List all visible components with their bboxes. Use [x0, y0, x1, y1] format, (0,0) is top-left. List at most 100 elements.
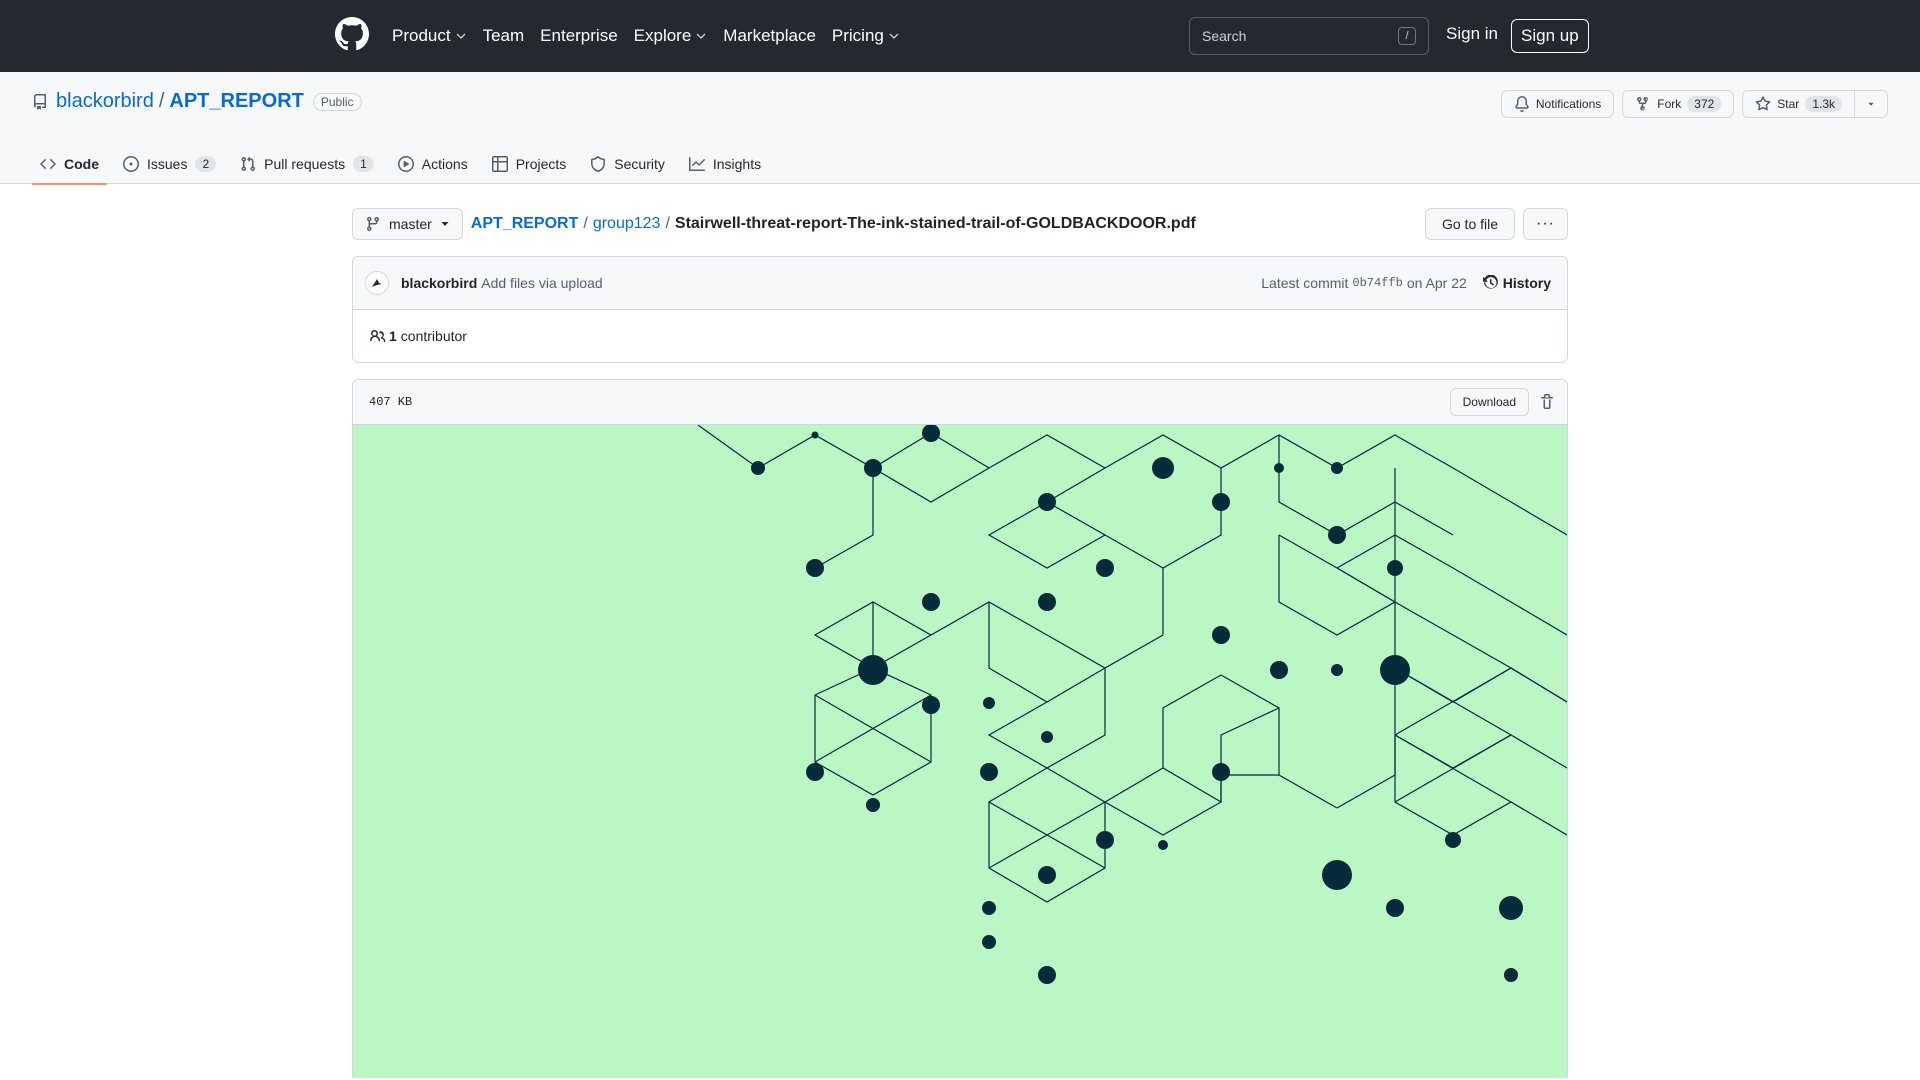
- repo-actions: Notifications Fork 372 Star 1.3k: [1493, 90, 1888, 118]
- nav-team[interactable]: Team: [483, 26, 525, 46]
- repo-icon: [34, 93, 46, 110]
- chevron-down-icon: [696, 33, 706, 39]
- breadcrumb: APT_REPORT / group123 / Stairwell-threat…: [471, 215, 1196, 233]
- table-icon: [491, 156, 508, 172]
- tab-pull-requests[interactable]: Pull requests 1: [232, 144, 382, 184]
- tab-issues[interactable]: Issues 2: [115, 144, 224, 184]
- commit-author-link[interactable]: blackorbird: [401, 275, 477, 291]
- file-actions: Download: [1449, 388, 1555, 416]
- avatar[interactable]: [365, 271, 389, 295]
- global-nav: Product Team Enterprise Explore Marketpl…: [392, 0, 916, 72]
- fork-count: 372: [1687, 96, 1722, 112]
- star-button[interactable]: Star 1.3k: [1742, 90, 1855, 118]
- commit-sha-link[interactable]: 0b74ffb: [1352, 276, 1402, 290]
- branch-name: master: [389, 216, 432, 232]
- tab-security[interactable]: Security: [582, 144, 673, 184]
- tab-label: Issues: [147, 156, 188, 172]
- path-separator: /: [665, 215, 670, 232]
- github-logo-icon[interactable]: [335, 17, 369, 51]
- file-path-actions: Go to file ···: [1417, 208, 1568, 240]
- file-path-row: master APT_REPORT / group123 / Stairwell…: [352, 208, 1568, 240]
- nav-label: Marketplace: [723, 26, 816, 45]
- tab-projects[interactable]: Projects: [484, 144, 575, 184]
- tab-label: Code: [64, 156, 99, 172]
- tab-label: Security: [614, 156, 665, 172]
- tab-label: Projects: [515, 156, 567, 172]
- notifications-button[interactable]: Notifications: [1500, 90, 1615, 118]
- nav-product[interactable]: Product: [392, 26, 467, 46]
- repo-name-link[interactable]: APT_REPORT: [169, 90, 303, 113]
- people-icon: [369, 330, 385, 343]
- search-placeholder: Search: [1202, 28, 1247, 44]
- breadcrumb-dir-link[interactable]: group123: [593, 215, 661, 233]
- sign-up-button[interactable]: Sign up: [1511, 19, 1589, 53]
- commit-date: on Apr 22: [1406, 275, 1467, 291]
- breadcrumb-filename: Stairwell-threat-report-The-ink-stained-…: [674, 215, 1196, 232]
- graph-icon: [688, 157, 705, 171]
- trash-icon[interactable]: [1539, 394, 1555, 410]
- triangle-down-icon: [441, 222, 449, 226]
- history-icon: [1482, 275, 1498, 289]
- breadcrumb-repo-link[interactable]: APT_REPORT: [471, 215, 579, 233]
- branch-select-button[interactable]: master: [352, 208, 463, 240]
- path-separator: /: [158, 90, 165, 112]
- repo-title: blackorbird / APT_REPORT Public: [32, 90, 362, 113]
- file-size: 407 KB: [369, 395, 413, 409]
- fork-icon: [1637, 96, 1649, 111]
- nav-marketplace[interactable]: Marketplace: [723, 26, 816, 46]
- nav-enterprise[interactable]: Enterprise: [540, 26, 617, 46]
- download-button[interactable]: Download: [1449, 388, 1529, 416]
- star-icon: [1755, 96, 1771, 111]
- fork-button[interactable]: Fork 372: [1622, 90, 1735, 118]
- search-input[interactable]: Search /: [1189, 17, 1429, 55]
- contributors-row[interactable]: 1 contributor: [353, 310, 1567, 362]
- tab-code[interactable]: Code: [32, 144, 107, 185]
- latest-commit-label: Latest commit: [1261, 275, 1349, 291]
- network-lines: [697, 425, 1567, 903]
- star-dropdown-button[interactable]: [1855, 90, 1888, 118]
- triangle-down-icon: [1868, 102, 1874, 106]
- commit-meta: Latest commit 0b74ffb on Apr 22 History: [1261, 275, 1551, 291]
- go-to-file-button[interactable]: Go to file: [1424, 208, 1516, 240]
- nav-label: Enterprise: [540, 26, 618, 45]
- nav-label: Explore: [633, 26, 692, 45]
- tab-insights[interactable]: Insights: [681, 144, 769, 184]
- branch-icon: [367, 216, 379, 232]
- file-header: 407 KB Download: [353, 380, 1567, 425]
- commit-message-link[interactable]: Add files via upload: [481, 275, 602, 291]
- nav-explore[interactable]: Explore: [634, 26, 708, 46]
- bird-avatar-icon: [372, 279, 382, 287]
- nav-pricing[interactable]: Pricing: [832, 26, 900, 46]
- issues-count: 2: [195, 156, 217, 172]
- visibility-badge: Public: [312, 92, 362, 111]
- chevron-down-icon: [889, 33, 899, 39]
- tab-label: Pull requests: [264, 156, 346, 172]
- contributors-count: 1: [389, 328, 397, 344]
- fork-label: Fork: [1657, 97, 1682, 111]
- network-graphic: [697, 425, 1567, 984]
- path-separator: /: [583, 215, 588, 232]
- nav-label: Pricing: [831, 26, 884, 45]
- star-button-group: Star 1.3k: [1742, 90, 1888, 118]
- code-icon: [40, 158, 56, 170]
- star-label: Star: [1777, 97, 1800, 111]
- tab-label: Insights: [712, 156, 762, 172]
- sign-in-link[interactable]: Sign in: [1446, 24, 1498, 44]
- search-shortcut-key: /: [1398, 27, 1416, 45]
- more-options-button[interactable]: ···: [1523, 208, 1568, 240]
- contributors-label: contributor: [400, 328, 467, 344]
- pull-request-icon: [241, 156, 256, 172]
- history-link[interactable]: History: [1482, 275, 1551, 291]
- global-header: Product Team Enterprise Explore Marketpl…: [0, 0, 1920, 72]
- repo-tabs: Code Issues 2 Pull requests 1 Actions Pr…: [32, 144, 777, 185]
- commit-box: blackorbird Add files via upload Latest …: [352, 256, 1568, 363]
- notifications-label: Notifications: [1535, 97, 1602, 111]
- repo-owner-link[interactable]: blackorbird: [56, 90, 154, 113]
- chevron-down-icon: [456, 33, 466, 39]
- pdf-preview[interactable]: [353, 425, 1567, 1078]
- issue-icon: [123, 156, 139, 172]
- tab-actions[interactable]: Actions: [390, 144, 476, 184]
- shield-icon: [591, 156, 606, 172]
- history-label: History: [1502, 275, 1551, 291]
- main-content: master APT_REPORT / group123 / Stairwell…: [352, 208, 1568, 1078]
